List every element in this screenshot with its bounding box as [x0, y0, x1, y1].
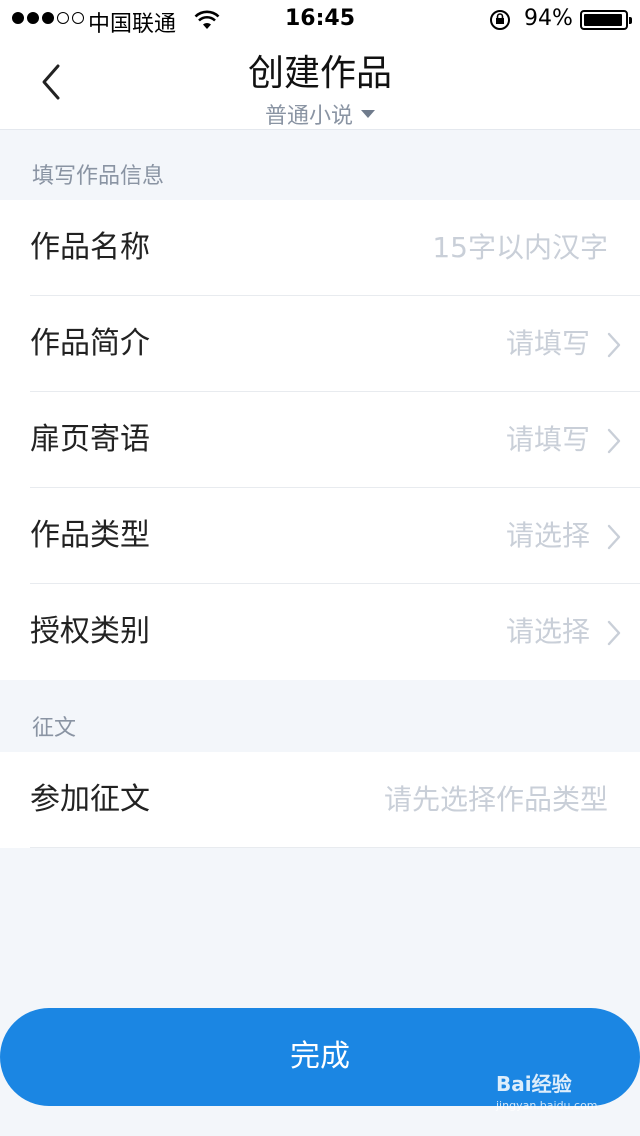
- battery-percent: 94%: [524, 6, 573, 31]
- license-type-row[interactable]: 授权类别 请选择: [0, 584, 640, 680]
- row-value: 请填写: [505, 423, 590, 456]
- watermark-site: jingyan.baidu.com: [496, 1099, 598, 1112]
- info-form-group: 作品名称 15字以内汉字 作品简介 请填写 扉页寄语 请填写 作品类型 请选择 …: [0, 200, 640, 680]
- row-value: 请填写: [505, 327, 590, 360]
- navigation-bar: 创建作品 普通小说: [0, 40, 640, 130]
- row-label: 作品类型: [30, 518, 150, 553]
- row-label: 授权类别: [30, 614, 150, 649]
- chevron-right-icon: [606, 332, 622, 362]
- work-intro-row[interactable]: 作品简介 请填写: [0, 296, 640, 392]
- watermark-brand: Bai经验: [496, 1072, 572, 1096]
- section-header-contest: 征文: [32, 716, 77, 741]
- divider: [30, 847, 640, 848]
- battery-icon: [580, 10, 632, 30]
- row-label: 参加征文: [30, 782, 150, 817]
- work-type-dropdown[interactable]: 普通小说: [0, 98, 640, 130]
- work-type-label: 普通小说: [264, 104, 353, 129]
- work-name-field[interactable]: 作品名称 15字以内汉字: [0, 200, 640, 296]
- row-value: 请先选择作品类型: [383, 783, 608, 816]
- status-bar: 中国联通 16:45 94%: [0, 0, 640, 40]
- page-title: 创建作品: [247, 53, 392, 94]
- dedication-row[interactable]: 扉页寄语 请填写: [0, 392, 640, 488]
- join-contest-row[interactable]: 参加征文 请先选择作品类型: [0, 752, 640, 848]
- rotation-lock-icon: [488, 9, 512, 35]
- section-header-info: 填写作品信息: [32, 164, 165, 189]
- row-value: 请选择: [505, 615, 590, 648]
- caret-down-icon: [361, 110, 375, 118]
- work-category-row[interactable]: 作品类型 请选择: [0, 488, 640, 584]
- row-value: 请选择: [505, 519, 590, 552]
- contest-form-group: 参加征文 请先选择作品类型: [0, 752, 640, 848]
- chevron-right-icon: [606, 524, 622, 554]
- row-label: 作品名称: [30, 230, 150, 265]
- row-label: 作品简介: [30, 326, 150, 361]
- row-label: 扉页寄语: [30, 422, 150, 457]
- chevron-right-icon: [606, 428, 622, 458]
- chevron-right-icon: [606, 620, 622, 650]
- work-name-placeholder: 15字以内汉字: [432, 231, 608, 264]
- baidu-jingyan-watermark: Bai经验 jingyan.baidu.com: [496, 1068, 598, 1112]
